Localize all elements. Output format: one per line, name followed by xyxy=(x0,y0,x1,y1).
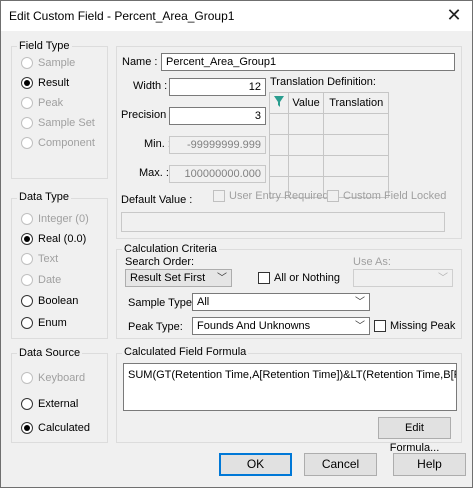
min-input: -99999999.999 xyxy=(169,136,266,154)
checkbox-indicator xyxy=(374,320,386,332)
data-source-label: Data Source xyxy=(17,347,83,359)
translation-table[interactable]: Value Translation xyxy=(269,92,389,198)
use-as-select[interactable]: ﹀ xyxy=(353,269,453,287)
table-row xyxy=(269,134,389,156)
radio-data-source-calculated[interactable]: Calculated xyxy=(21,422,90,434)
name-input[interactable]: Percent_Area_Group1 xyxy=(161,53,455,71)
translation-definition-label: Translation Definition: xyxy=(270,76,376,88)
column-translation[interactable]: Translation xyxy=(323,92,389,114)
radio-data-type-enum[interactable]: Enum xyxy=(21,317,67,329)
column-value[interactable]: Value xyxy=(287,92,325,114)
radio-indicator xyxy=(21,422,33,434)
radio-indicator xyxy=(21,253,33,265)
sample-type-select[interactable]: All ﹀ xyxy=(192,293,370,311)
use-as-label: Use As: xyxy=(353,256,391,268)
search-order-select[interactable]: Result Set First ﹀ xyxy=(125,269,232,287)
width-input[interactable]: 12 xyxy=(169,78,266,96)
radio-data-type-text[interactable]: Text xyxy=(21,253,58,265)
radio-data-type-real[interactable]: Real (0.0) xyxy=(21,233,86,245)
close-icon[interactable]: ✕ xyxy=(436,1,472,31)
checkbox-indicator xyxy=(327,190,339,202)
chevron-down-icon: ﹀ xyxy=(438,273,448,284)
min-label: Min. : xyxy=(144,138,171,150)
max-label: Max. : xyxy=(139,167,169,179)
help-button[interactable]: Help xyxy=(393,453,466,476)
precision-label: Precision : xyxy=(121,109,173,121)
formula-text[interactable]: SUM(GT(Retention Time,A[Retention Time])… xyxy=(123,363,457,411)
precision-input[interactable]: 3 xyxy=(169,107,266,125)
ok-button[interactable]: OK xyxy=(219,453,292,476)
radio-data-source-keyboard[interactable]: Keyboard xyxy=(21,372,85,384)
radio-indicator xyxy=(21,213,33,225)
user-entry-required-checkbox[interactable]: User Entry Required xyxy=(213,190,329,202)
radio-field-type-peak[interactable]: Peak xyxy=(21,97,63,109)
title-bar: Edit Custom Field - Percent_Area_Group1 … xyxy=(1,1,472,31)
checkbox-indicator xyxy=(213,190,225,202)
search-order-label: Search Order: xyxy=(125,256,195,268)
table-row xyxy=(269,113,389,135)
radio-data-type-boolean[interactable]: Boolean xyxy=(21,295,78,307)
max-input: 100000000.000 xyxy=(169,165,266,183)
radio-data-type-integer[interactable]: Integer (0) xyxy=(21,213,89,225)
radio-field-type-sample[interactable]: Sample xyxy=(21,57,75,69)
window-title: Edit Custom Field - Percent_Area_Group1 xyxy=(9,9,235,23)
calculation-criteria-label: Calculation Criteria xyxy=(122,243,219,255)
all-or-nothing-checkbox[interactable]: All or Nothing xyxy=(258,272,340,284)
width-label: Width : xyxy=(133,80,168,92)
edit-formula-button[interactable]: Edit Formula... xyxy=(378,417,451,454)
checkbox-indicator xyxy=(258,272,270,284)
peak-type-label: Peak Type: xyxy=(128,321,183,333)
radio-indicator xyxy=(21,57,33,69)
radio-indicator xyxy=(21,372,33,384)
cancel-button[interactable]: Cancel xyxy=(304,453,377,476)
radio-data-type-date[interactable]: Date xyxy=(21,274,61,286)
radio-field-type-sample-set[interactable]: Sample Set xyxy=(21,117,95,129)
funnel-arrow-icon xyxy=(273,95,284,107)
radio-field-type-component[interactable]: Component xyxy=(21,137,95,149)
radio-indicator xyxy=(21,233,33,245)
radio-indicator xyxy=(21,97,33,109)
table-row xyxy=(269,155,389,177)
default-value-label: Default Value : xyxy=(121,194,193,206)
custom-field-locked-checkbox[interactable]: Custom Field Locked xyxy=(327,190,446,202)
data-type-label: Data Type xyxy=(17,191,71,203)
radio-indicator xyxy=(21,274,33,286)
chevron-down-icon: ﹀ xyxy=(355,297,365,308)
field-type-label: Field Type xyxy=(17,40,72,52)
radio-indicator xyxy=(21,295,33,307)
dialog-window: Edit Custom Field - Percent_Area_Group1 … xyxy=(0,0,473,488)
radio-indicator xyxy=(21,137,33,149)
formula-label: Calculated Field Formula xyxy=(122,346,249,358)
name-label: Name : xyxy=(122,56,158,68)
radio-indicator xyxy=(21,117,33,129)
radio-indicator xyxy=(21,398,33,410)
radio-indicator xyxy=(21,317,33,329)
sample-type-label: Sample Type: xyxy=(128,297,196,309)
radio-data-source-external[interactable]: External xyxy=(21,398,78,410)
default-value-input xyxy=(121,212,445,232)
radio-indicator xyxy=(21,77,33,89)
chevron-down-icon: ﹀ xyxy=(217,273,227,284)
missing-peak-checkbox[interactable]: Missing Peak xyxy=(374,320,455,332)
chevron-down-icon: ﹀ xyxy=(355,321,365,332)
radio-field-type-result[interactable]: Result xyxy=(21,77,69,89)
sort-filter-icon[interactable] xyxy=(269,92,289,114)
peak-type-select[interactable]: Founds And Unknowns ﹀ xyxy=(192,317,370,335)
